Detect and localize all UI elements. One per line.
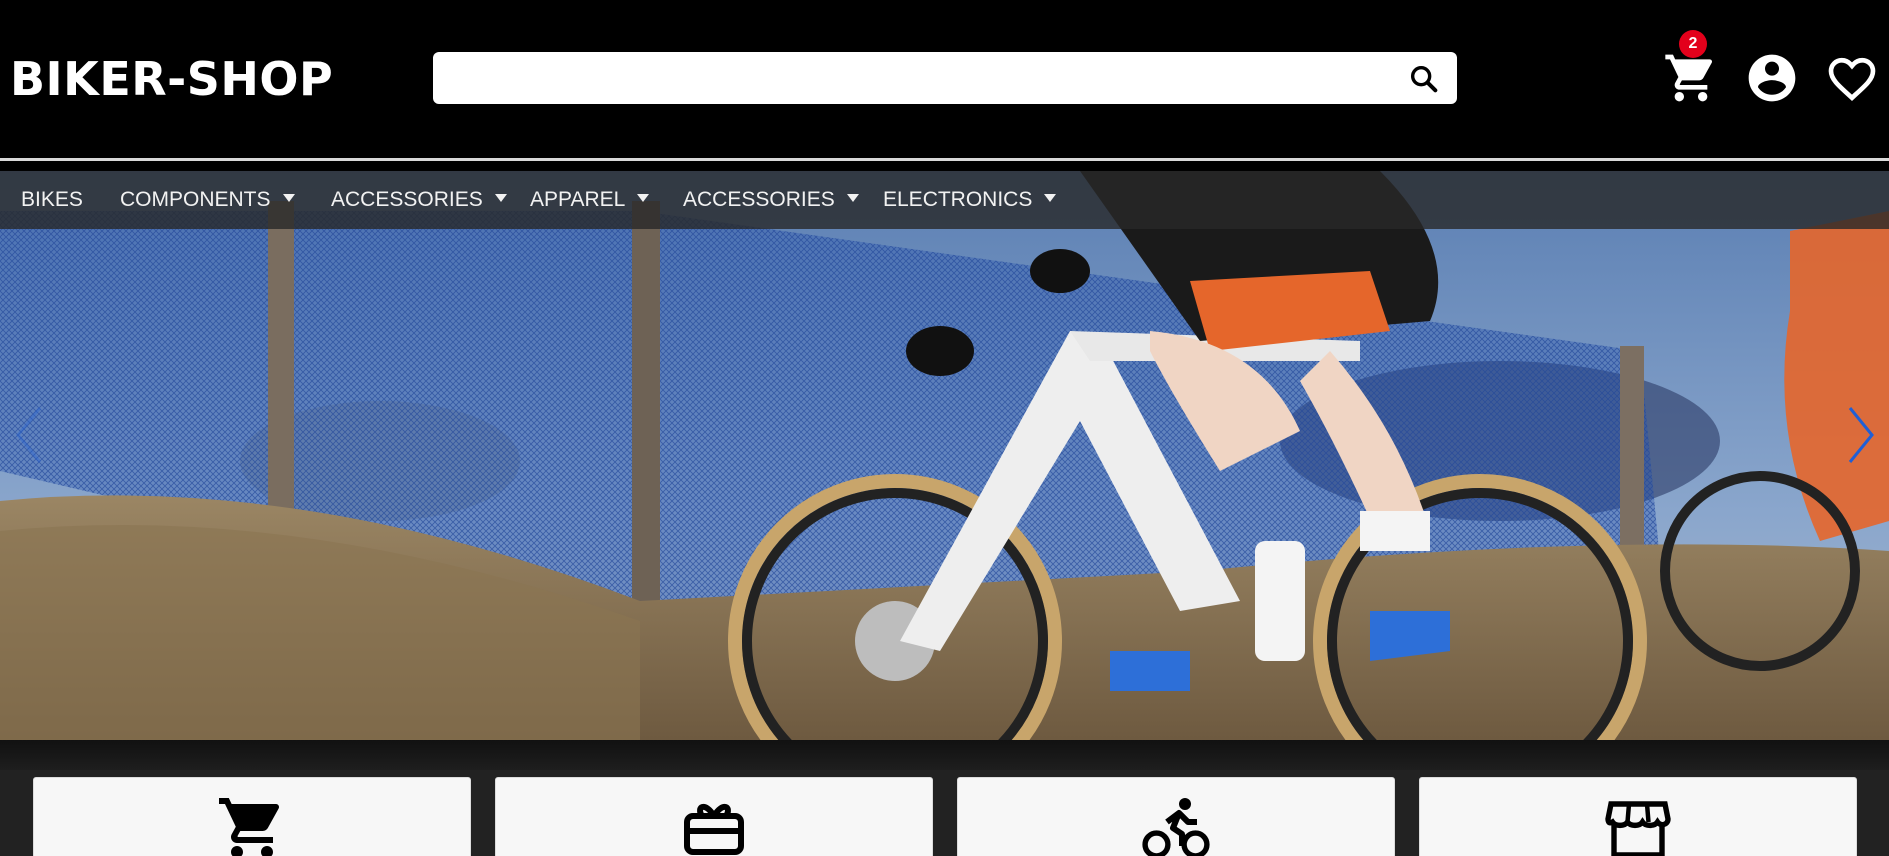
cart-icon[interactable] <box>1663 50 1719 106</box>
nav-item-accessories-2[interactable]: ACCESSORIES <box>683 171 859 229</box>
chevron-right-icon[interactable] <box>1840 400 1880 470</box>
search-bar <box>433 52 1457 104</box>
nav-item-bikes[interactable]: BIKES <box>21 171 83 229</box>
nav-item-electronics[interactable]: ELECTRONICS <box>883 171 1057 229</box>
feature-card-store[interactable] <box>1419 777 1857 856</box>
site-logo[interactable]: BIKER-SHOP <box>10 52 333 106</box>
site-header: BIKER-SHOP <box>0 0 1889 160</box>
search-input[interactable] <box>449 52 1389 104</box>
cart-icon <box>219 798 279 856</box>
account-icon[interactable] <box>1744 50 1800 106</box>
caret-down-icon <box>282 194 295 203</box>
cyclist-icon <box>1142 798 1210 856</box>
gift-card-icon <box>684 804 744 855</box>
category-nav: BIKES COMPONENTS ACCESSORIES APPAREL ACC… <box>0 171 1889 229</box>
store-icon <box>1605 801 1671 856</box>
feature-card-ride[interactable] <box>957 777 1395 856</box>
caret-down-icon <box>846 194 859 203</box>
caret-down-icon <box>1044 194 1057 203</box>
hero-slide-image <box>0 171 1889 740</box>
search-icon[interactable] <box>1407 62 1441 96</box>
feature-card-shop[interactable] <box>33 777 471 856</box>
nav-item-components[interactable]: COMPONENTS <box>120 171 295 229</box>
hero-carousel[interactable] <box>0 171 1889 740</box>
nav-item-apparel[interactable]: APPAREL <box>530 171 650 229</box>
caret-down-icon <box>637 194 650 203</box>
nav-item-accessories[interactable]: ACCESSORIES <box>331 171 507 229</box>
feature-card-gift[interactable] <box>495 777 933 856</box>
heart-icon[interactable] <box>1824 50 1880 106</box>
header-divider <box>0 158 1889 161</box>
caret-down-icon <box>494 194 507 203</box>
chevron-left-icon[interactable] <box>10 400 50 470</box>
cart-count-badge: 2 <box>1679 30 1707 58</box>
